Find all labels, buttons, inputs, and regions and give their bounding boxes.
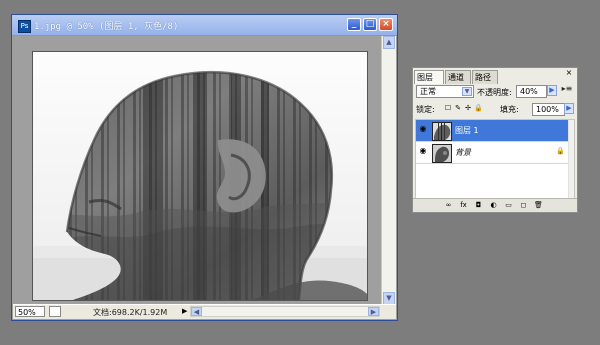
document-size: 文档:698.2K/1.92M (93, 308, 168, 317)
layer-name: 图层 1 (455, 126, 479, 135)
maximize-button[interactable]: □ (363, 18, 377, 31)
adjustment-icon[interactable]: ◐ (489, 201, 498, 209)
close-button[interactable]: × (379, 18, 393, 31)
zoom-field[interactable]: 50% (15, 306, 45, 317)
lock-brush-icon[interactable]: ✎ (454, 104, 462, 113)
status-menu-arrow-icon[interactable]: ▶ (182, 306, 190, 317)
new-layer-icon[interactable]: ◻ (519, 201, 528, 209)
trash-icon[interactable]: 🗑 (534, 201, 543, 209)
document-window: Ps 1.jpg @ 50% (图层 1, 灰色/8) _ □ × ▲ ▼ 50… (11, 14, 398, 321)
folder-icon[interactable]: ▭ (504, 201, 513, 209)
blend-mode-value: 正常 (420, 87, 436, 96)
panel-close-icon[interactable]: × (564, 69, 574, 78)
canvas-area[interactable] (13, 36, 382, 305)
tab-layers[interactable]: 图层× (414, 70, 444, 95)
link-icon[interactable]: ∞ (444, 201, 453, 209)
minimize-button[interactable]: _ (347, 18, 361, 31)
layer1-thumbnail-image (433, 123, 451, 140)
tab-paths-label: 路径 (475, 73, 491, 82)
chevron-down-icon: ▼ (462, 87, 472, 96)
layer-thumbnail (432, 122, 452, 141)
lock-transparent-icon[interactable]: ☐ (444, 104, 452, 113)
eye-icon[interactable]: ◉ (418, 125, 428, 134)
eye-icon[interactable]: ◉ (418, 147, 428, 156)
fill-label: 填充: (500, 105, 519, 114)
background-thumbnail-image (433, 145, 451, 162)
mask-icon[interactable]: ◘ (474, 201, 483, 209)
layer-name: 背景 (455, 148, 471, 157)
layer-row[interactable]: ◉ 背景 🔒 (416, 142, 570, 164)
opacity-slider-icon[interactable]: ▶ (547, 85, 557, 96)
navigator-icon[interactable] (49, 306, 61, 317)
layer-row[interactable]: ◉ 图层 1 (416, 120, 570, 142)
layers-panel: 图层× 通道 路径 × ▸≡ 正常 ▼ 不透明度: 40% ▶ 锁定: ☐ ✎ … (412, 67, 578, 213)
lock-all-icon[interactable]: 🔒 (474, 104, 483, 113)
lock-row: 锁定: ☐ ✎ ✢ 🔒 填充: 100% ▶ (416, 103, 574, 117)
lock-move-icon[interactable]: ✢ (464, 104, 472, 113)
double-exposure-image (32, 51, 368, 301)
tab-paths[interactable]: 路径 (472, 70, 498, 84)
fill-input[interactable]: 100% (532, 103, 565, 116)
document-title: 1.jpg @ 50% (图层 1, 灰色/8) (34, 22, 179, 32)
panel-bottom-bar: ∞ fx ◘ ◐ ▭ ◻ 🗑 (413, 198, 577, 212)
lock-label: 锁定: (416, 105, 435, 114)
tab-layers-label: 图层 (417, 73, 433, 82)
layer-list[interactable]: ◉ 图层 1 ◉ 背景 🔒 (415, 119, 575, 200)
layer-list-scrollbar[interactable] (568, 120, 574, 199)
opacity-label: 不透明度: (477, 88, 512, 97)
tab-channels[interactable]: 通道 (445, 70, 471, 84)
panel-menu-icon[interactable]: ▸≡ (561, 84, 573, 94)
opacity-input[interactable]: 40% (516, 85, 547, 98)
photoshop-icon: Ps (18, 20, 31, 33)
fill-slider-icon[interactable]: ▶ (564, 103, 574, 114)
portrait-forest-composite (33, 52, 367, 300)
layer-thumbnail (432, 144, 452, 163)
scroll-up-icon[interactable]: ▲ (383, 36, 395, 49)
scroll-right-icon[interactable]: ▶ (368, 307, 379, 316)
lock-icon: 🔒 (556, 147, 565, 155)
fx-icon[interactable]: fx (459, 201, 468, 209)
document-titlebar[interactable]: Ps 1.jpg @ 50% (图层 1, 灰色/8) _ □ × (12, 15, 397, 36)
status-bar: 50% 文档:698.2K/1.92M ▶ ◀ ▶ (13, 304, 396, 319)
horizontal-scrollbar[interactable]: ◀ ▶ (190, 306, 380, 317)
blend-mode-select[interactable]: 正常 ▼ (416, 85, 474, 98)
vertical-scrollbar[interactable]: ▲ ▼ (381, 36, 396, 305)
tab-channels-label: 通道 (448, 73, 464, 82)
scroll-left-icon[interactable]: ◀ (191, 307, 202, 316)
